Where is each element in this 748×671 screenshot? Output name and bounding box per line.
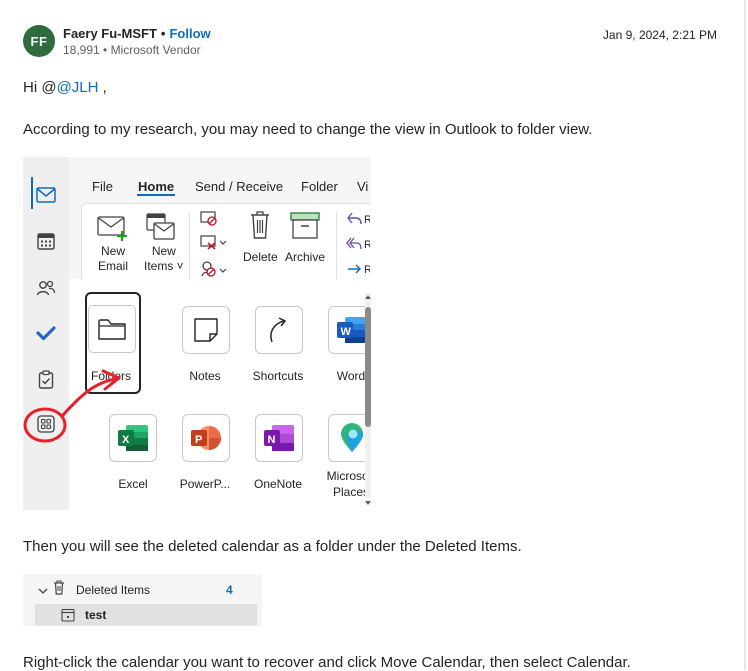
calendar-folder-label: test — [85, 608, 107, 622]
deleted-items-row[interactable]: Deleted Items 4 — [23, 574, 262, 600]
deleted-items-count: 4 — [226, 583, 233, 597]
post-date: Jan 9, 2024, 2:21 PM — [602, 28, 717, 42]
page-scroll-edge — [744, 0, 746, 670]
trash-icon — [53, 580, 65, 600]
forum-post: FF Faery Fu-MSFT • Follow 18,991 • Microso… — [0, 0, 746, 671]
mention-link[interactable]: @JLH — [57, 79, 99, 96]
greeting: Hi @@JLH , — [23, 79, 107, 96]
author-meta: 18,991 • Microsoft Vendor — [63, 43, 201, 57]
red-arrow-annotation — [61, 377, 117, 417]
chevron-down-icon[interactable] — [38, 582, 48, 600]
calendar-icon — [61, 608, 75, 626]
folder-pane-screenshot: Deleted Items 4 test — [23, 574, 262, 626]
paragraph-research: According to my research, you may need t… — [23, 121, 593, 138]
calendar-folder-row[interactable]: test — [35, 604, 257, 626]
outlook-screenshot: File Home Send / Receive Folder Vi New Em… — [23, 157, 371, 510]
red-annotation-overlay — [23, 369, 121, 443]
paragraph-deleted-folder: Then you will see the deleted calendar a… — [23, 538, 522, 555]
follow-link[interactable]: Follow — [169, 26, 210, 41]
deleted-items-label: Deleted Items — [76, 583, 151, 597]
separator-dot: • — [160, 26, 166, 41]
greeting-prefix: Hi @ — [23, 79, 57, 96]
avatar[interactable]: FF — [23, 25, 55, 57]
author-line: Faery Fu-MSFT • Follow — [63, 26, 211, 41]
paragraph-move-calendar: Right-click the calendar you want to rec… — [23, 654, 631, 671]
greeting-suffix: , — [98, 79, 107, 96]
red-circle-annotation — [23, 407, 67, 443]
author-name[interactable]: Faery Fu-MSFT — [63, 26, 157, 41]
